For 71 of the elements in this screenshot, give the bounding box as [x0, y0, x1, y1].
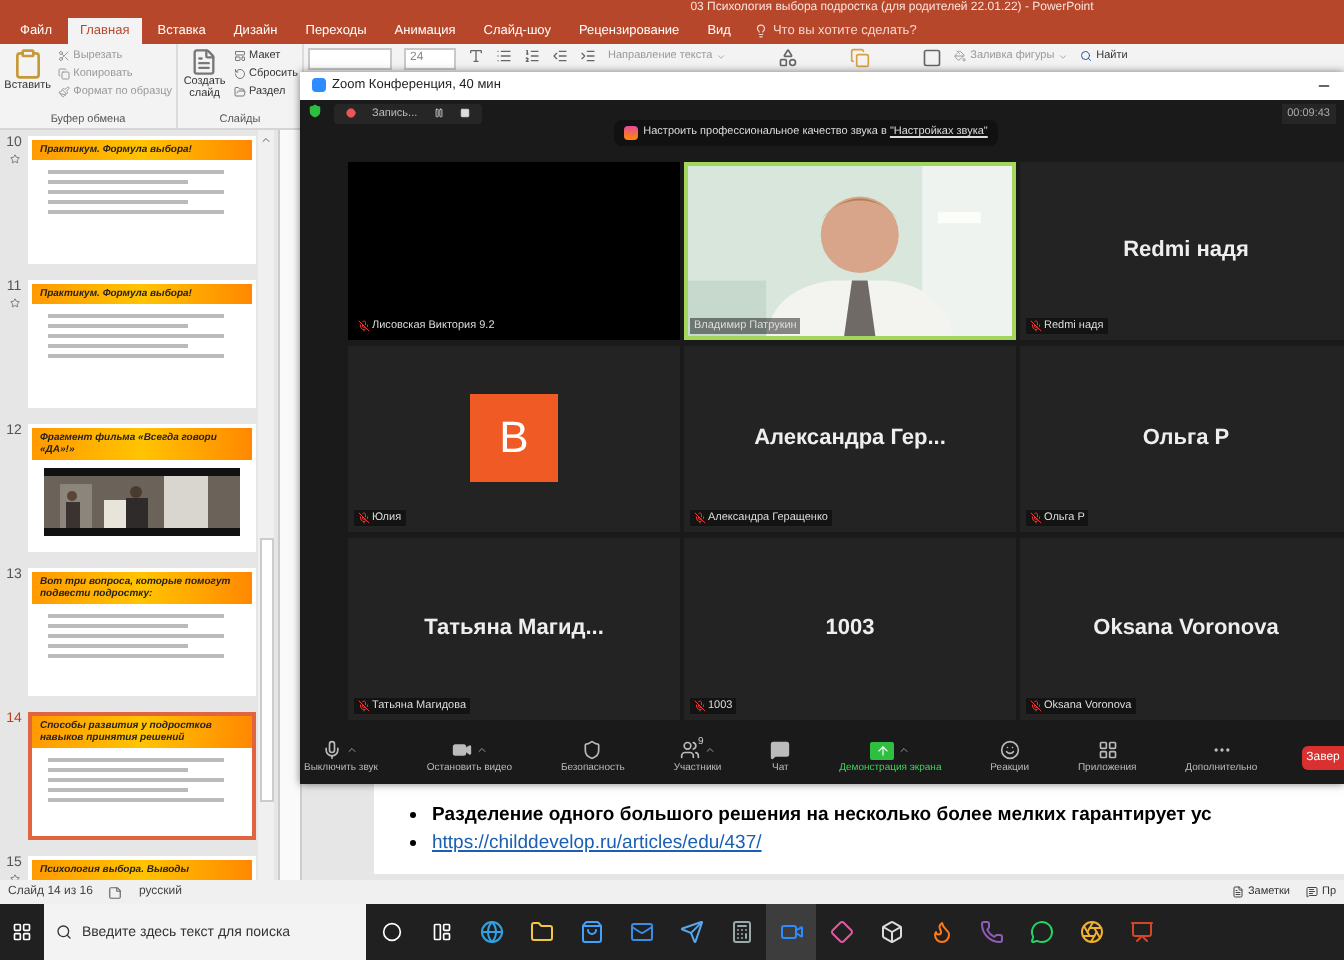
smiley-icon — [999, 740, 1020, 761]
presentation-icon — [1129, 920, 1153, 944]
search-icon — [56, 924, 72, 940]
caret-icon[interactable] — [346, 744, 359, 757]
search-icon — [1080, 50, 1093, 62]
participant-name: 1003 — [825, 616, 875, 641]
microphone-icon — [322, 740, 343, 761]
quick-styles-icon[interactable] — [922, 48, 943, 68]
lightbulb-icon — [754, 24, 769, 38]
folder-icon — [233, 86, 246, 98]
scrollbar[interactable] — [258, 130, 274, 880]
font-name-field[interactable] — [308, 48, 392, 70]
clipboard-icon — [11, 48, 44, 80]
scrollbar-thumb[interactable] — [259, 538, 273, 802]
notes-icon — [1231, 886, 1244, 898]
spellcheck-icon[interactable] — [108, 885, 123, 899]
participant-name: Oksana Voronova — [1093, 616, 1279, 641]
shapes-icon[interactable] — [778, 48, 799, 68]
diamond-icon — [829, 920, 853, 944]
pause-icon[interactable] — [433, 108, 444, 119]
circle-icon — [381, 922, 401, 942]
participant-name: Redmi надя — [1123, 238, 1249, 263]
scissors-icon — [57, 50, 70, 62]
shield-icon — [582, 740, 603, 761]
share-screen-icon — [870, 741, 895, 760]
text-icon[interactable] — [468, 48, 484, 64]
comment-icon — [1305, 886, 1318, 898]
phone-icon — [979, 920, 1003, 944]
chat-bubble-icon — [770, 740, 791, 761]
numbered-list-icon[interactable] — [524, 48, 540, 64]
copy-icon — [57, 68, 70, 80]
flame-icon — [929, 920, 953, 944]
windows-icon — [12, 922, 32, 942]
caret-icon[interactable] — [475, 744, 488, 757]
bullet-list-icon[interactable] — [496, 48, 512, 64]
indent-decrease-icon[interactable] — [552, 48, 568, 64]
chat-bubble-icon — [1029, 920, 1053, 944]
globe-icon — [479, 920, 503, 944]
link[interactable]: https://childdevelop.ru/articles/edu/437/ — [432, 832, 762, 854]
caret-icon[interactable] — [898, 744, 911, 757]
mail-icon — [629, 920, 653, 944]
record-dot-icon — [346, 108, 356, 119]
apps-icon — [1097, 740, 1118, 761]
layout-icon — [233, 50, 246, 62]
folder-icon — [529, 920, 553, 944]
bullet-dot — [410, 812, 416, 818]
participant-name: Татьяна Магид... — [424, 616, 604, 641]
shield-icon — [308, 103, 322, 118]
participant-name: Александра Гер... — [754, 426, 946, 451]
slide-icon — [190, 48, 219, 76]
stop-icon[interactable] — [459, 108, 470, 119]
shopping-bag-icon — [579, 920, 603, 944]
bullet-dot — [410, 840, 416, 846]
caret-icon — [1058, 51, 1069, 61]
participant-name: Ольга Р — [1142, 426, 1230, 451]
bullet-text: Разделение одного большого решения на несколько более мелких гарантирует ус — [432, 804, 1212, 826]
indent-increase-icon[interactable] — [580, 48, 596, 64]
reset-icon — [233, 68, 246, 80]
video-camera-icon — [779, 920, 803, 944]
avatar: В — [470, 394, 558, 483]
task-view-icon — [431, 922, 451, 942]
paint-bucket-icon — [954, 50, 967, 62]
video-camera-icon — [451, 740, 472, 761]
calculator-icon — [729, 920, 753, 944]
caret-icon[interactable] — [703, 744, 716, 757]
cube-icon — [879, 920, 903, 944]
aperture-icon — [1079, 920, 1103, 944]
caret-icon — [716, 51, 727, 61]
people-icon — [679, 740, 700, 761]
paintbrush-icon — [57, 86, 70, 98]
paper-plane-icon — [679, 920, 703, 944]
